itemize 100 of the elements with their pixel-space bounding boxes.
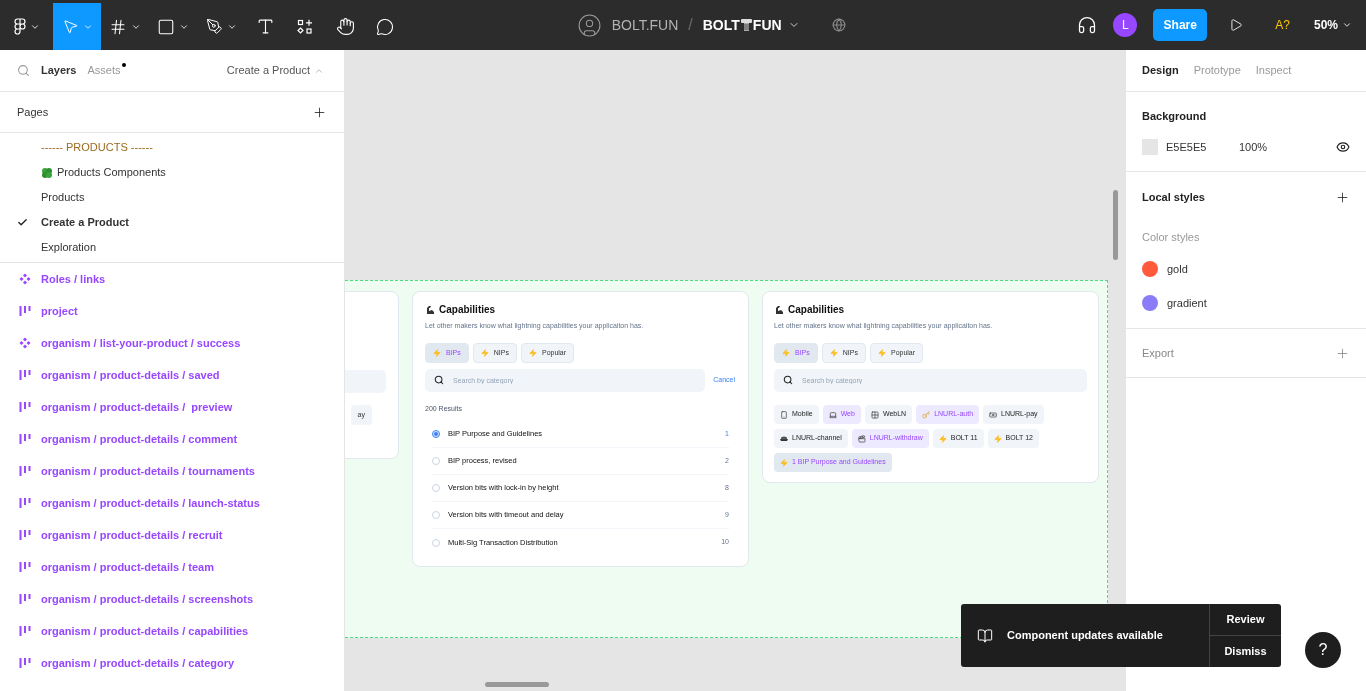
lightning-icon (829, 349, 838, 357)
color-style-item[interactable]: gradient (1142, 286, 1350, 320)
lightning-icon (877, 349, 886, 357)
page-item[interactable]: Exploration (0, 235, 344, 260)
page-item[interactable]: Products (0, 185, 344, 210)
layer-item[interactable]: organism / product-details / category (0, 647, 344, 679)
layout-icon (19, 625, 31, 637)
opacity-value[interactable]: 100% (1239, 138, 1268, 155)
layout-icon (19, 401, 31, 413)
key-icon (922, 410, 931, 419)
path-separator: / (688, 15, 693, 35)
file-name[interactable]: BOLT (702, 14, 740, 36)
layer-item[interactable]: organism / product-details / screenshots (0, 583, 344, 615)
page-item[interactable]: Products Components (0, 160, 344, 185)
layout-icon (19, 465, 31, 477)
search-icon (783, 375, 793, 385)
horizontal-scrollbar[interactable] (485, 682, 549, 687)
color-swatch[interactable] (1142, 138, 1158, 155)
vertical-scrollbar[interactable] (1113, 190, 1118, 260)
arm-icon (774, 305, 784, 315)
layer-item[interactable]: organism / product-details / preview (0, 391, 344, 423)
hex-value[interactable]: E5E5E5 (1166, 138, 1239, 155)
lightning-icon (528, 349, 537, 357)
layout-icon (19, 305, 31, 317)
rectangle-icon (157, 17, 175, 36)
layer-item[interactable]: organism / product-details / capabilities (0, 615, 344, 647)
file-name[interactable]: FUN (752, 14, 782, 36)
card-title: Capabilities (439, 304, 496, 316)
page-item[interactable]: Create a Product (0, 210, 344, 235)
hand-icon (335, 17, 355, 36)
add-icon[interactable] (312, 104, 327, 120)
layout-icon (19, 369, 31, 381)
visibility-toggle[interactable] (1336, 139, 1350, 154)
pen-icon (205, 18, 223, 35)
section-title: Pages (17, 104, 49, 120)
user-icon (576, 12, 602, 38)
panel-tab[interactable]: Design (1142, 62, 1179, 79)
layer-item[interactable]: organism / product-details / team (0, 551, 344, 583)
layout-icon (19, 433, 31, 445)
toast-message: Component updates available (1007, 628, 1163, 644)
page-dropdown[interactable]: Create a Product (226, 62, 324, 79)
headphones-icon[interactable] (1077, 15, 1098, 35)
radio-button[interactable] (432, 430, 440, 438)
chevron-icon (1342, 20, 1352, 30)
laptop-icon (828, 410, 837, 419)
resources-icon (297, 18, 313, 35)
search-icon (434, 375, 444, 385)
layer-item[interactable]: Roles / links (0, 263, 344, 295)
lightning-icon (993, 434, 1002, 443)
check-icon (17, 217, 28, 228)
play-icon[interactable] (1229, 18, 1244, 32)
project-name[interactable]: BOLT.FUN (611, 14, 679, 36)
missing-fonts-indicator[interactable]: A? (1275, 16, 1290, 34)
grid-icon (870, 410, 879, 419)
page-item[interactable]: ------ PRODUCTS ------ (0, 135, 344, 160)
arm-icon (425, 305, 435, 315)
pointer-icon (61, 18, 79, 35)
layout-icon (19, 529, 31, 541)
section-title: Background (1142, 109, 1208, 124)
section-title: Export (1142, 345, 1174, 361)
globe-icon[interactable] (831, 18, 846, 32)
layer-item[interactable]: organism / product-details / comment (0, 423, 344, 455)
book-icon (977, 627, 993, 644)
comment-icon (376, 17, 394, 36)
component-icon (19, 273, 31, 285)
color-style-item[interactable]: gold (1142, 252, 1350, 286)
zoom-dropdown[interactable]: 50% (1313, 16, 1352, 34)
layout-icon (19, 497, 31, 509)
phone-icon (780, 410, 788, 419)
layer-item[interactable]: organism / product-details / launch-status (0, 487, 344, 519)
add-icon[interactable] (1335, 189, 1350, 205)
toast-action[interactable]: Review (1210, 604, 1281, 635)
panel-tab[interactable]: Layers (41, 62, 77, 79)
layer-item[interactable]: organism / product-details / saved (0, 359, 344, 391)
layout-icon (19, 657, 31, 669)
layer-item[interactable]: organism / list-your-product / success (0, 327, 344, 359)
frame-icon (109, 17, 127, 36)
layer-item[interactable]: project (0, 295, 344, 327)
layer-item[interactable]: organism / product-details / recruit (0, 519, 344, 551)
search-icon[interactable] (17, 64, 30, 77)
eye-icon (1336, 139, 1350, 154)
figma-logo-icon (14, 17, 26, 36)
layout-icon (19, 593, 31, 605)
section-title: Local styles (1142, 189, 1205, 205)
clapperboard-icon (857, 434, 866, 443)
lightning-icon (780, 458, 788, 467)
user-avatar[interactable]: L (1113, 13, 1138, 37)
banknote-icon (989, 410, 998, 419)
toast-action[interactable]: Dismiss (1210, 635, 1281, 667)
lightning-icon (433, 349, 441, 357)
dish-icon (780, 436, 788, 441)
clover-icon (41, 166, 53, 179)
lightning-icon (782, 349, 790, 357)
layout-icon (19, 561, 31, 573)
subsection-title: Color styles (1142, 229, 1201, 245)
lightning-icon (480, 349, 489, 357)
layer-item[interactable]: organism / product-details / tournaments (0, 455, 344, 487)
lightning-icon (938, 434, 947, 443)
bolt-icon (739, 18, 753, 32)
card-title: Capabilities (788, 304, 845, 316)
